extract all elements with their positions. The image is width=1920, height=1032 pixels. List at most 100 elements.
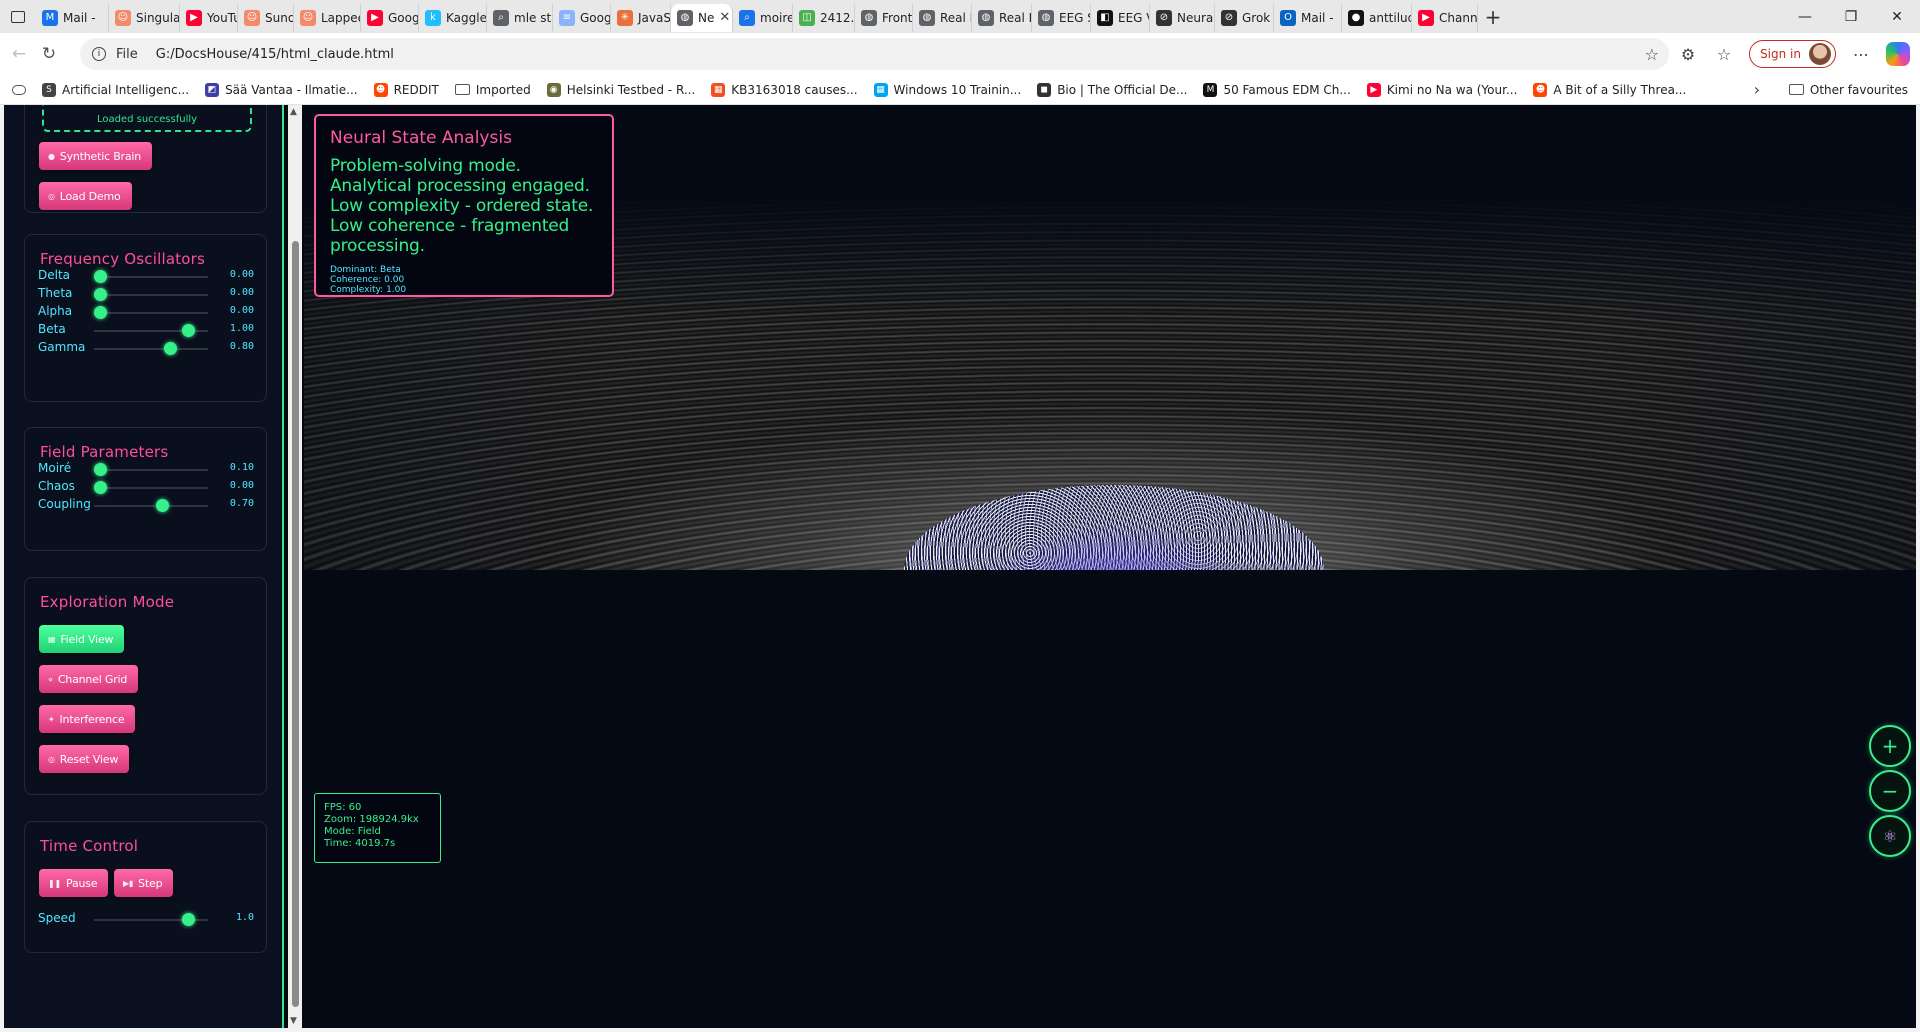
zoom-out-button[interactable]: − <box>1869 770 1911 812</box>
tab-favicon-icon: ☺ <box>244 9 260 26</box>
slider-knob[interactable] <box>182 324 195 337</box>
browser-tab[interactable]: k Kaggle <box>419 3 487 32</box>
fps-readout: FPS: 60 <box>324 802 362 813</box>
browser-tab[interactable]: ⌕ mle sta <box>487 3 553 32</box>
reset-view-button[interactable]: ◎ Reset View <box>39 745 130 773</box>
site-info-icon[interactable]: i <box>92 47 106 61</box>
atom-view-button[interactable]: ⚛ <box>1869 815 1911 857</box>
speed-label: Speed <box>38 911 76 925</box>
field-view-button[interactable]: ▦ Field View <box>39 625 125 653</box>
coherence-value: Coherence: 0.00 <box>330 275 405 285</box>
browser-tab[interactable]: ☺ Lappee <box>294 3 361 32</box>
browser-tab[interactable]: ☺ Suno | <box>238 3 294 32</box>
reading-list-icon[interactable] <box>0 84 34 95</box>
favorite-star-icon[interactable]: ☆ <box>1645 45 1659 64</box>
bookmark-item[interactable]: ◼ Bio | The Official De... <box>1029 82 1195 97</box>
favorites-icon[interactable]: ☆ <box>1713 45 1735 64</box>
tab-list: M Mail - ☺ Singula ▶ YouTub ☺ Suno | ☺ Lappee ▶ Goo… <box>36 0 1478 33</box>
slider-value: 0.00 <box>229 269 254 280</box>
slider-track[interactable] <box>94 294 208 296</box>
browser-tab[interactable]: ◫ 2412.1 <box>793 3 855 32</box>
back-icon[interactable]: ← <box>4 44 34 64</box>
browser-tab[interactable]: ◍ Real EE <box>913 3 972 32</box>
browser-tab[interactable]: ▶ Chann <box>1412 3 1478 32</box>
wave-icon: ✦ <box>48 714 55 724</box>
close-window-icon[interactable]: ✕ <box>1874 0 1920 33</box>
slider-track[interactable] <box>94 469 208 471</box>
browser-tab[interactable]: ☺ Singula <box>109 3 180 32</box>
zoom-in-button[interactable]: + <box>1869 725 1911 767</box>
bookmark-item[interactable]: ▦ KB3163018 causes... <box>703 82 865 97</box>
browser-tab[interactable]: ◍ EEG Sc <box>1032 3 1091 32</box>
sign-in-button[interactable]: Sign in <box>1749 40 1836 68</box>
bookmark-item[interactable]: ☻ A Bit of a Silly Threa... <box>1525 82 1694 97</box>
visualization-canvas[interactable]: Neural State Analysis Problem-solving mo… <box>304 105 1916 1028</box>
more-options-icon[interactable]: ⋯ <box>1850 45 1872 64</box>
slider-knob[interactable] <box>94 306 107 319</box>
tab-favicon-icon: ◫ <box>799 9 815 26</box>
browser-tab[interactable]: ▶ YouTub <box>180 3 238 32</box>
copilot-icon[interactable] <box>1886 42 1910 66</box>
slider-knob[interactable] <box>94 288 107 301</box>
other-favourites[interactable]: Other favourites <box>1781 83 1916 97</box>
bookmark-item[interactable]: ◉ Helsinki Testbed - R... <box>539 82 704 97</box>
address-bar-row: ← ↻ i File G:/DocsHouse/415/html_claude.… <box>0 33 1920 75</box>
panel-title: Field Parameters <box>40 443 169 461</box>
tab-close-icon[interactable]: ✕ <box>719 10 730 25</box>
channel-grid-button[interactable]: ⋄ Channel Grid <box>39 665 139 693</box>
browser-tab[interactable]: ◍ Fronta <box>855 3 913 32</box>
slider-knob[interactable] <box>94 270 107 283</box>
reload-icon[interactable]: ↻ <box>34 44 64 64</box>
slider-knob[interactable] <box>164 342 178 355</box>
bookmark-item[interactable]: M 50 Famous EDM Ch... <box>1195 82 1358 97</box>
new-tab-button[interactable]: + <box>1478 5 1508 29</box>
slider-track[interactable] <box>94 487 208 489</box>
extensions-icon[interactable]: ⚙ <box>1677 45 1699 64</box>
pause-button[interactable]: ❚❚ Pause <box>39 869 109 897</box>
browser-tab[interactable]: ◍ Ne ✕ <box>671 3 733 32</box>
slider-knob[interactable] <box>94 481 107 494</box>
bookmark-item[interactable]: Imported <box>447 83 539 97</box>
slider-value: 0.10 <box>229 462 254 473</box>
bookmark-item[interactable]: ▶ Kimi no Na wa (Your... <box>1359 82 1526 97</box>
bookmark-label: Sää Vantaa - Ilmatie... <box>225 82 358 97</box>
tab-actions-menu-icon[interactable] <box>0 0 36 33</box>
browser-tab[interactable]: O Mail - <box>1274 3 1342 32</box>
bookmark-item[interactable]: ☻ REDDIT <box>366 82 447 97</box>
browser-tab[interactable]: ≡ Google <box>553 3 611 32</box>
browser-tab[interactable]: ▶ Google <box>361 3 419 32</box>
sidebar-scrollbar[interactable]: ▲ ▼ <box>288 105 302 1028</box>
tab-title: Kaggle <box>446 10 487 25</box>
browser-tab[interactable]: ◧ EEG Vi <box>1091 3 1150 32</box>
browser-tab[interactable]: ⊘ Grok <box>1215 3 1274 32</box>
bookmark-item[interactable]: ▦ Windows 10 Trainin... <box>866 82 1030 97</box>
complexity-value: Complexity: 1.00 <box>330 285 407 295</box>
browser-tab[interactable]: ⌕ moire d <box>733 3 793 32</box>
browser-tab[interactable]: ⊘ Neural <box>1150 3 1215 32</box>
slider-track[interactable] <box>94 276 208 278</box>
load-demo-button[interactable]: ◎ Load Demo <box>39 182 132 210</box>
browser-tab[interactable]: M Mail - <box>36 3 109 32</box>
step-button[interactable]: ▶▮ Step <box>114 869 174 897</box>
bookmark-item[interactable]: ◩ Sää Vantaa - Ilmatie... <box>197 82 366 97</box>
browser-tab[interactable]: ✳ JavaSc <box>611 3 671 32</box>
browser-tab[interactable]: ◍ Real EE <box>972 3 1032 32</box>
restore-icon[interactable]: ❐ <box>1828 0 1874 33</box>
slider-track[interactable] <box>94 505 208 507</box>
bookmark-item[interactable]: S Artificial Intelligenc... <box>34 82 197 97</box>
channel-grid-label: Channel Grid <box>57 672 128 686</box>
more-bookmarks-chevron-icon[interactable]: › <box>1754 80 1760 99</box>
browser-tab[interactable]: ● anttiluo <box>1342 3 1412 32</box>
slider-knob[interactable] <box>155 499 169 512</box>
scroll-up-icon[interactable]: ▲ <box>290 107 297 117</box>
slider-track[interactable] <box>94 312 208 314</box>
speed-slider-knob[interactable] <box>182 913 195 926</box>
address-input[interactable]: i File G:/DocsHouse/415/html_claude.html… <box>80 38 1669 70</box>
interference-button[interactable]: ✦ Interference <box>39 705 136 733</box>
slider-knob[interactable] <box>94 463 107 476</box>
minimize-icon[interactable]: — <box>1782 0 1828 33</box>
synthetic-brain-button[interactable]: ● Synthetic Brain <box>39 142 153 170</box>
scroll-down-icon[interactable]: ▼ <box>290 1016 297 1026</box>
scrollbar-thumb[interactable] <box>292 241 299 1007</box>
slider-track[interactable] <box>94 348 208 350</box>
